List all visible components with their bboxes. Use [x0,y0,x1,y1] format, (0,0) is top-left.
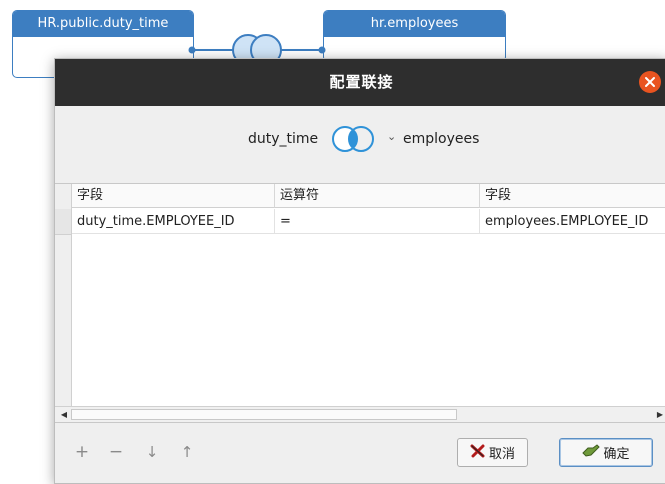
row-header[interactable] [55,209,72,235]
join-conditions-table: 字段 运算符 字段 duty_time.EMPLOYEE_ID = employ… [55,183,665,423]
inner-join-venn-icon[interactable] [327,125,379,153]
remove-condition-button[interactable]: − [105,441,127,463]
ok-button-label: 确定 [603,447,630,462]
cancel-button-label: 取消 [488,447,515,462]
table-node-left-title: HR.public.duty_time [13,11,193,37]
cancel-button[interactable]: 取消 [457,438,528,467]
scroll-right-arrow-icon[interactable]: ▶ [653,407,665,422]
add-condition-button[interactable]: + [71,441,93,463]
cancel-x-icon [470,444,486,462]
close-icon [645,77,655,87]
scroll-left-arrow-icon[interactable]: ◀ [57,407,71,422]
move-down-button[interactable]: ↓ [141,441,163,463]
column-header-right-field[interactable]: 字段 [480,184,665,208]
ok-button[interactable]: 确定 [559,438,653,467]
column-header-operator[interactable]: 运算符 [275,184,480,208]
join-left-table-label: duty_time [248,131,319,147]
horizontal-scrollbar-thumb[interactable] [71,409,457,420]
table-cell-operator[interactable]: = [275,209,480,234]
table-node-right-title: hr.employees [324,11,505,37]
table-cell-right-field[interactable]: employees.EMPLOYEE_ID [480,209,665,234]
dialog-title: 配置联接 [329,73,394,91]
table-cell-left-field[interactable]: duty_time.EMPLOYEE_ID [72,209,275,234]
table-node-right[interactable]: hr.employees [323,10,506,62]
horizontal-scrollbar[interactable]: ◀ ▶ [55,406,665,422]
join-type-chevron-down-icon[interactable]: ⌄ [387,130,396,143]
column-header-left-field[interactable]: 字段 [72,184,275,208]
join-selector-row: duty_time ⌄ employees [55,122,665,154]
join-right-table-label: employees [403,131,480,147]
close-button[interactable] [639,71,661,93]
dialog-titlebar[interactable]: 配置联接 [55,59,665,106]
confirm-icon [582,443,601,462]
move-up-button[interactable]: ↑ [176,441,198,463]
configure-join-dialog: 配置联接 duty_time ⌄ employees 字段 运算符 字段 dut… [54,58,665,484]
